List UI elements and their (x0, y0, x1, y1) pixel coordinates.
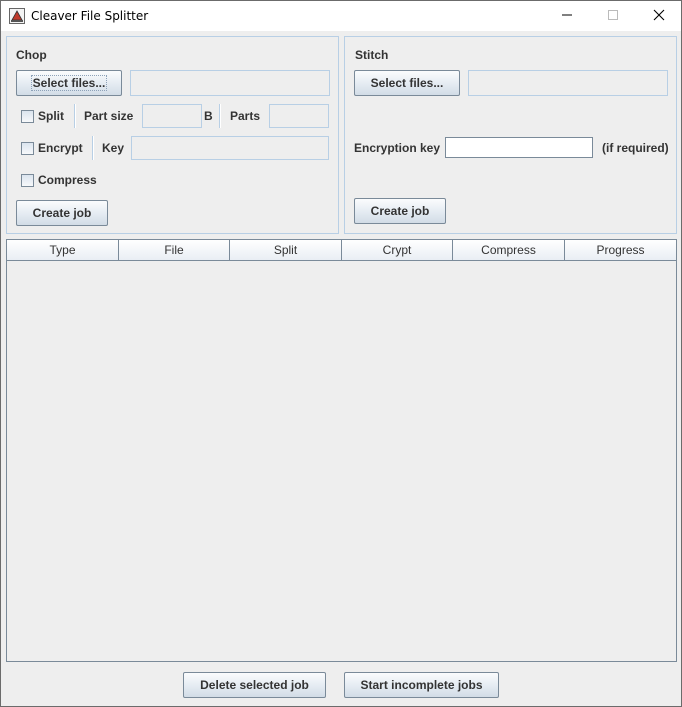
stitch-select-files-button[interactable]: Select files... (354, 70, 460, 96)
encrypt-checkbox[interactable] (21, 142, 34, 155)
column-header-split[interactable]: Split (230, 240, 342, 261)
title-bar[interactable]: Cleaver File Splitter (1, 1, 681, 31)
chop-create-job-button[interactable]: Create job (16, 200, 108, 226)
column-header-progress[interactable]: Progress (565, 240, 676, 261)
part-size-label: Part size (84, 109, 134, 123)
close-icon (653, 9, 665, 24)
stitch-title: Stitch (355, 48, 389, 62)
table-body[interactable] (7, 261, 676, 661)
jobs-table[interactable]: Type File Split Crypt Compress Progress (6, 239, 677, 662)
window-title: Cleaver File Splitter (31, 9, 149, 23)
chop-files-field[interactable] (130, 70, 330, 96)
minimize-icon (561, 9, 573, 24)
column-header-compress[interactable]: Compress (453, 240, 565, 261)
delete-selected-job-button[interactable]: Delete selected job (183, 672, 326, 698)
split-label: Split (38, 109, 64, 123)
encryption-key-label: Encryption key (354, 141, 441, 155)
separator (219, 104, 221, 128)
column-header-type[interactable]: Type (7, 240, 119, 261)
separator (74, 104, 76, 128)
column-header-crypt[interactable]: Crypt (342, 240, 453, 261)
key-field[interactable] (131, 136, 329, 160)
compress-label: Compress (38, 173, 97, 187)
chop-title: Chop (16, 48, 47, 62)
split-checkbox[interactable] (21, 110, 34, 123)
separator (92, 136, 94, 160)
table-header: Type File Split Crypt Compress Progress (7, 240, 676, 261)
part-size-unit: B (204, 109, 213, 123)
part-size-field[interactable] (142, 104, 202, 128)
maximize-icon (607, 9, 619, 24)
stitch-panel: Stitch Select files... Encryption key (i… (344, 36, 677, 234)
minimize-button[interactable] (544, 1, 590, 31)
parts-label: Parts (230, 109, 261, 123)
column-header-file[interactable]: File (119, 240, 230, 261)
java-app-icon (9, 8, 25, 24)
compress-checkbox[interactable] (21, 174, 34, 187)
encryption-key-input[interactable] (445, 137, 593, 158)
if-required-label: (if required) (602, 141, 669, 155)
app-window: Cleaver File Splitter Chop Select files.… (0, 0, 682, 707)
encrypt-label: Encrypt (38, 141, 83, 155)
close-button[interactable] (636, 1, 682, 31)
key-label: Key (102, 141, 125, 155)
stitch-create-job-button[interactable]: Create job (354, 198, 446, 224)
maximize-button[interactable] (590, 1, 636, 31)
start-incomplete-jobs-button[interactable]: Start incomplete jobs (344, 672, 499, 698)
chop-select-files-button[interactable]: Select files... (16, 70, 122, 96)
stitch-files-field[interactable] (468, 70, 668, 96)
chop-panel: Chop Select files... Split Part size B P… (6, 36, 339, 234)
parts-field[interactable] (269, 104, 329, 128)
